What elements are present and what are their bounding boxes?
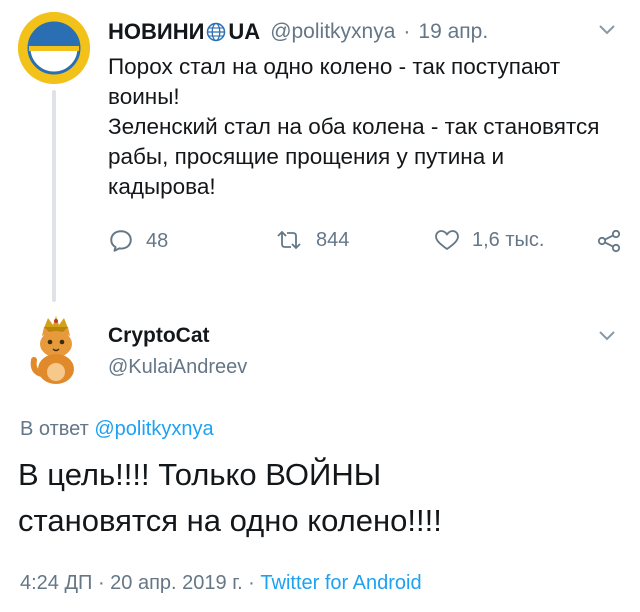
tweet-date[interactable]: 19 апр. xyxy=(418,20,488,44)
share-button[interactable] xyxy=(596,228,634,254)
thread-line xyxy=(52,90,56,302)
tweet-text: Порох стал на одно колено - так поступаю… xyxy=(108,54,600,199)
tweet-header: НОВИНИ UA @politkyxnya · 19 апр. xyxy=(108,18,488,46)
reply-text: В цель!!!! Только ВОЙНЫ становятся на од… xyxy=(18,457,442,538)
globe-icon xyxy=(207,22,226,42)
reply-button[interactable]: 48 xyxy=(108,228,168,254)
author-name[interactable]: НОВИНИ xyxy=(108,19,204,45)
author-name-suffix[interactable]: UA xyxy=(228,19,260,45)
reply-author-handle[interactable]: @KulaiAndreev xyxy=(108,356,247,379)
like-icon xyxy=(435,230,459,250)
in-reply-prefix: В ответ xyxy=(20,418,89,440)
like-count: 1,6 тыс. xyxy=(472,228,545,251)
in-reply-mention-link[interactable]: @politkyxnya xyxy=(94,418,213,440)
reply-meta: 4:24 ДП · 20 апр. 2019 г. · Twitter for … xyxy=(20,572,422,595)
reply-author-name[interactable]: CryptoCat xyxy=(108,324,210,348)
author-avatar[interactable] xyxy=(18,12,90,84)
chevron-down-icon[interactable] xyxy=(598,330,616,342)
separator: · xyxy=(403,20,411,43)
author-handle[interactable]: @politkyxnya xyxy=(270,20,395,44)
retweet-icon xyxy=(277,230,301,250)
share-icon xyxy=(597,229,621,253)
reply-icon xyxy=(110,230,132,252)
reply-source-link[interactable]: Twitter for Android xyxy=(260,572,421,594)
logo-avatar-image xyxy=(18,12,90,84)
reply-timestamp[interactable]: 4:24 ДП · 20 апр. 2019 г. · xyxy=(20,572,260,594)
like-button[interactable]: 1,6 тыс. xyxy=(434,228,544,252)
reply-count: 48 xyxy=(146,229,169,252)
retweet-button[interactable]: 844 xyxy=(274,228,349,252)
chevron-down-icon[interactable] xyxy=(598,24,616,36)
tweet-actions: 48 844 1,6 тыс. xyxy=(108,228,628,258)
reply-author-avatar[interactable] xyxy=(20,314,92,386)
in-reply-to: В ответ @politkyxnya xyxy=(20,418,214,441)
retweet-count: 844 xyxy=(316,228,350,251)
